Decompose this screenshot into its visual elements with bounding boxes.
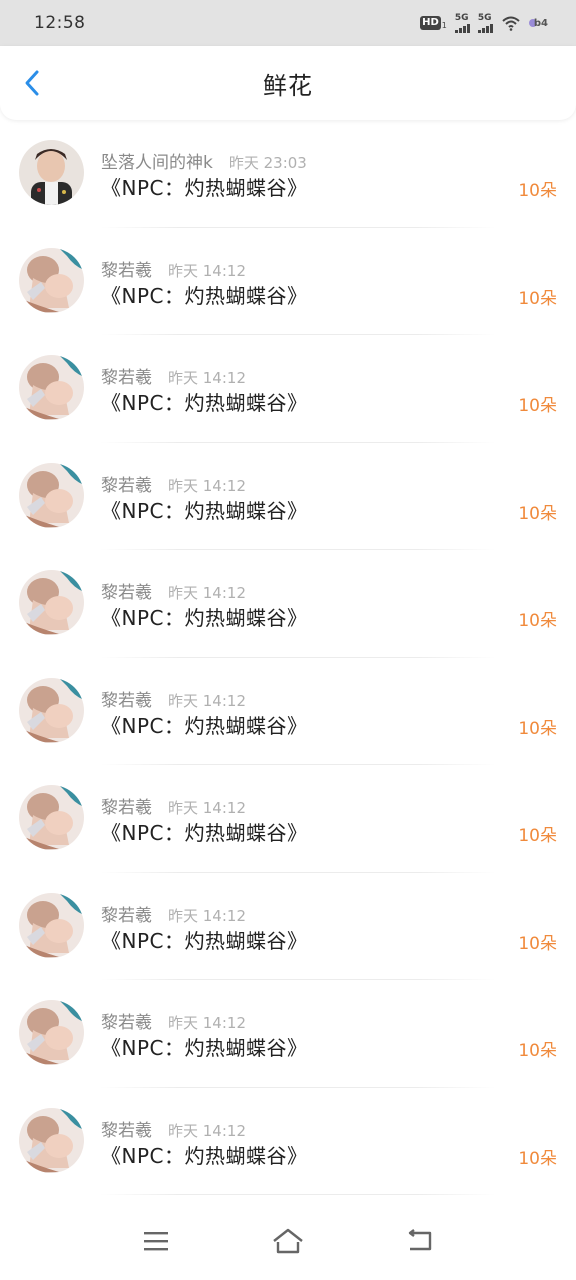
username[interactable]: 黎若羲 — [101, 363, 152, 388]
signal-icon-2: 5G — [477, 13, 493, 33]
flower-count: 10朵 — [518, 181, 557, 201]
avatar[interactable] — [19, 677, 84, 743]
item-meta: 黎若羲 昨天 14:12 — [101, 471, 246, 496]
timestamp: 昨天 14:12 — [168, 584, 246, 602]
hd-label: HD — [420, 16, 441, 30]
page-title: 鲜花 — [263, 71, 313, 100]
list-item[interactable]: 黎若羲 昨天 14:12 《NPC：灼热蝴蝶谷》 10朵 — [0, 550, 576, 658]
avatar[interactable] — [19, 892, 84, 958]
list-item[interactable]: 黎若羲 昨天 14:12 《NPC：灼热蝴蝶谷》 10朵 — [0, 980, 576, 1088]
flower-count: 10朵 — [518, 933, 557, 954]
avatar[interactable] — [19, 1000, 84, 1065]
flower-count: 10朵 — [518, 611, 557, 631]
timestamp: 昨天 14:12 — [168, 906, 246, 925]
avatar[interactable] — [19, 462, 84, 528]
item-meta: 坠落人间的神k 昨天 23:03 — [101, 148, 307, 173]
book-title[interactable]: 《NPC：灼热蝴蝶谷》 — [101, 602, 308, 631]
book-title[interactable]: 《NPC：灼热蝴蝶谷》 — [101, 387, 308, 416]
status-icons: HD 1 5G 5G b4 — [420, 13, 548, 33]
book-title[interactable]: 《NPC：灼热蝴蝶谷》 — [101, 925, 308, 954]
avatar[interactable] — [19, 247, 84, 313]
timestamp: 昨天 23:03 — [228, 154, 307, 172]
avatar[interactable] — [19, 785, 84, 850]
hd-sub-label: 1 — [441, 21, 447, 30]
timestamp: 昨天 14:12 — [168, 261, 246, 280]
avatar[interactable] — [19, 570, 84, 635]
back-nav-button[interactable] — [400, 1221, 440, 1261]
item-meta: 黎若羲 昨天 14:12 — [101, 901, 246, 926]
flower-count: 10朵 — [518, 1041, 557, 1061]
book-title[interactable]: 《NPC：灼热蝴蝶谷》 — [101, 495, 308, 524]
menu-button[interactable] — [136, 1221, 176, 1261]
chevron-left-icon — [25, 70, 39, 96]
list-item[interactable]: 黎若羲 昨天 14:12 《NPC：灼热蝴蝶谷》 10朵 — [0, 1088, 576, 1195]
signal-2-label: 5G — [477, 13, 492, 23]
book-title[interactable]: 《NPC：灼热蝴蝶谷》 — [101, 1032, 308, 1061]
list-item[interactable]: 黎若羲 昨天 14:12 《NPC：灼热蝴蝶谷》 10朵 — [0, 765, 576, 873]
book-title[interactable]: 《NPC：灼热蝴蝶谷》 — [101, 1140, 308, 1169]
username[interactable]: 黎若羲 — [101, 686, 152, 711]
item-meta: 黎若羲 昨天 14:12 — [101, 256, 246, 281]
menu-icon — [144, 1232, 168, 1251]
status-bar: 12:58 HD 1 5G 5G b4 — [0, 0, 576, 46]
row-divider — [100, 1194, 496, 1195]
timestamp: 昨天 14:12 — [168, 1121, 246, 1140]
book-title[interactable]: 《NPC：灼热蝴蝶谷》 — [101, 172, 308, 201]
timestamp: 昨天 14:12 — [168, 476, 246, 495]
item-meta: 黎若羲 昨天 14:12 — [101, 363, 246, 388]
timestamp: 昨天 14:12 — [168, 799, 246, 817]
avatar[interactable] — [19, 1107, 84, 1173]
item-meta: 黎若羲 昨天 14:12 — [101, 578, 246, 603]
username[interactable]: 黎若羲 — [101, 793, 152, 818]
flower-count: 10朵 — [518, 718, 557, 739]
flower-count: 10朵 — [518, 396, 557, 416]
item-meta: 黎若羲 昨天 14:12 — [101, 1116, 246, 1141]
username[interactable]: 黎若羲 — [101, 256, 152, 281]
username[interactable]: 坠落人间的神k — [101, 148, 213, 173]
status-time: 12:58 — [34, 13, 86, 33]
flower-count: 10朵 — [518, 503, 557, 524]
flower-list: 坠落人间的神k 昨天 23:03 《NPC：灼热蝴蝶谷》 10朵 黎若羲 昨天 14:12… — [0, 120, 576, 1195]
flower-count: 10朵 — [518, 288, 557, 309]
username[interactable]: 黎若羲 — [101, 1008, 152, 1033]
header: 鲜花 — [0, 46, 576, 120]
home-icon — [273, 1228, 303, 1254]
signal-icon-1: 5G — [454, 13, 470, 33]
back-button[interactable] — [18, 68, 46, 98]
username[interactable]: 黎若羲 — [101, 901, 152, 926]
list-item[interactable]: 黎若羲 昨天 14:12 《NPC：灼热蝴蝶谷》 10朵 — [0, 335, 576, 443]
list-item[interactable]: 黎若羲 昨天 14:12 《NPC：灼热蝴蝶谷》 10朵 — [0, 873, 576, 980]
signal-1-label: 5G — [454, 13, 469, 23]
hd-icon: HD 1 — [420, 16, 447, 30]
book-title[interactable]: 《NPC：灼热蝴蝶谷》 — [101, 710, 308, 739]
book-title[interactable]: 《NPC：灼热蝴蝶谷》 — [101, 817, 308, 846]
back-icon — [408, 1229, 432, 1251]
avatar[interactable] — [19, 140, 84, 205]
home-button[interactable] — [268, 1221, 308, 1261]
flower-count: 10朵 — [518, 1148, 557, 1169]
system-nav-bar — [0, 1202, 576, 1280]
username[interactable]: 黎若羲 — [101, 471, 152, 496]
item-meta: 黎若羲 昨天 14:12 — [101, 686, 246, 711]
battery-icon: b4 — [528, 17, 548, 29]
item-meta: 黎若羲 昨天 14:12 — [101, 793, 246, 818]
book-title[interactable]: 《NPC：灼热蝴蝶谷》 — [101, 280, 308, 309]
flower-count: 10朵 — [518, 826, 557, 846]
timestamp: 昨天 14:12 — [168, 1014, 246, 1032]
username[interactable]: 黎若羲 — [101, 1116, 152, 1141]
list-item[interactable]: 黎若羲 昨天 14:12 《NPC：灼热蝴蝶谷》 10朵 — [0, 228, 576, 335]
list-item[interactable]: 坠落人间的神k 昨天 23:03 《NPC：灼热蝴蝶谷》 10朵 — [0, 120, 576, 228]
timestamp: 昨天 14:12 — [168, 691, 246, 710]
item-meta: 黎若羲 昨天 14:12 — [101, 1008, 246, 1033]
list-item[interactable]: 黎若羲 昨天 14:12 《NPC：灼热蝴蝶谷》 10朵 — [0, 658, 576, 765]
wifi-icon — [501, 15, 521, 31]
username[interactable]: 黎若羲 — [101, 578, 152, 603]
battery-label: b4 — [533, 17, 548, 29]
avatar[interactable] — [19, 355, 84, 420]
list-item[interactable]: 黎若羲 昨天 14:12 《NPC：灼热蝴蝶谷》 10朵 — [0, 443, 576, 550]
timestamp: 昨天 14:12 — [168, 369, 246, 387]
